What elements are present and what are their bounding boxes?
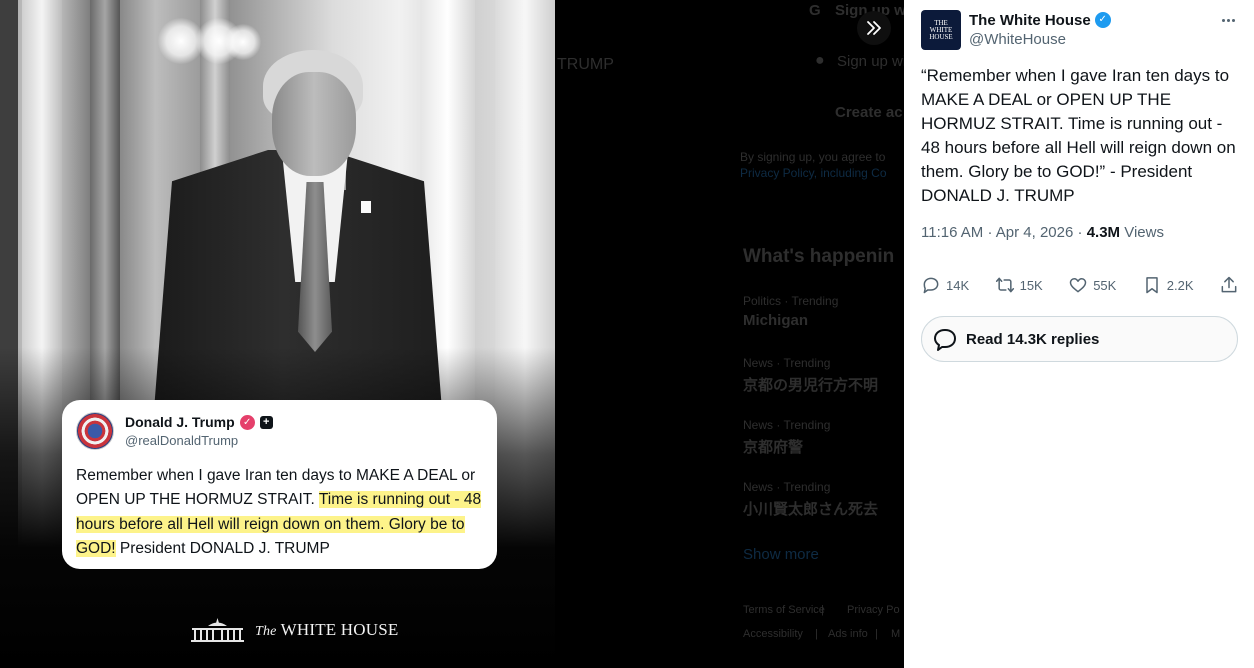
footer-link: Terms of Service	[743, 604, 825, 616]
media-image[interactable]: Donald J. Trump ✓ + @realDonaldTrump Rem…	[0, 0, 555, 668]
trend-context: News · Trending	[743, 480, 831, 494]
like-count: 55K	[1093, 277, 1117, 293]
embedded-post-text: Remember when I gave Iran ten days to MA…	[76, 467, 482, 557]
footer-link: Ads info	[828, 628, 868, 640]
action-bar: 14K 15K 55K 2.2K	[921, 272, 1239, 298]
verified-badge-icon: ✓	[239, 414, 255, 430]
share-icon	[1221, 276, 1237, 293]
trend-topic: 京都府警	[743, 439, 804, 456]
reply-button[interactable]: 14K	[921, 275, 969, 295]
footer-link: M	[891, 628, 901, 640]
read-replies-label: Read 14.3K replies	[966, 330, 1100, 348]
chevrons-right-icon	[867, 21, 881, 35]
trend-context: Politics · Trending	[743, 294, 839, 308]
repost-count: 15K	[1019, 277, 1043, 293]
trend-topic: 小川賢太郎さん死去	[743, 501, 879, 518]
whats-happening-heading: What's happenin	[743, 246, 895, 267]
share-button[interactable]	[1219, 275, 1239, 295]
privacy-text: Privacy Policy, including Co	[740, 166, 887, 180]
like-icon	[1069, 278, 1087, 293]
trend-context: News · Trending	[743, 418, 831, 432]
tweet-date[interactable]: Apr 4, 2026	[996, 224, 1074, 241]
show-more-link: Show more	[743, 546, 819, 563]
tweet-text: “Remember when I gave Iran ten days to M…	[921, 66, 1236, 205]
tweet-time[interactable]: 11:16 AM	[921, 224, 983, 241]
author-handle[interactable]: @WhiteHouse	[969, 30, 1111, 50]
trend-topic: Michigan	[743, 312, 809, 329]
views-count: 4.3M	[1086, 224, 1121, 241]
more-icon	[1221, 18, 1225, 22]
embedded-post-card: Donald J. Trump ✓ + @realDonaldTrump Rem…	[62, 400, 497, 569]
like-button[interactable]: 55K	[1068, 275, 1116, 295]
white-house-text: WHITE HOUSE	[280, 620, 399, 639]
dimmed-background-page: G Sign up wi TRUMP ● Sign up wi Create a…	[555, 0, 904, 668]
more-options-button[interactable]	[1218, 10, 1238, 30]
signup-apple-button: Sign up wi	[837, 53, 904, 70]
tweet-detail-pane: THE WHITE HOUSE The White House ✓ @White…	[904, 0, 1254, 668]
reply-icon	[923, 277, 939, 294]
repost-icon	[995, 277, 1014, 293]
avatar	[76, 412, 114, 450]
trend-context: News · Trending	[743, 356, 831, 370]
footer-link: Privacy Po	[847, 604, 900, 616]
bookmark-icon	[1146, 277, 1158, 294]
reply-count: 14K	[946, 277, 970, 293]
tweet-author[interactable]: THE WHITE HOUSE The White House ✓ @White…	[921, 10, 1111, 50]
google-icon: G	[809, 2, 821, 19]
verified-badge-icon: ✓	[1094, 12, 1111, 28]
header-fragment: TRUMP	[557, 56, 614, 73]
author-name[interactable]: The White House	[969, 12, 1091, 29]
avatar[interactable]: THE WHITE HOUSE	[921, 10, 961, 50]
bookmark-count: 2.2K	[1166, 277, 1194, 293]
white-house-building-icon	[191, 618, 244, 642]
bookmark-button[interactable]: 2.2K	[1142, 275, 1194, 295]
white-house-watermark: The WHITE HOUSE	[190, 617, 398, 643]
apple-icon: ●	[815, 52, 825, 69]
embedded-display-name: Donald J. Trump	[125, 414, 235, 430]
terms-text: By signing up, you agree to	[740, 150, 886, 164]
plus-icon: +	[259, 415, 273, 429]
speech-bubble-icon	[934, 329, 956, 351]
embedded-handle: @realDonaldTrump	[125, 433, 239, 448]
views-label: Views	[1124, 224, 1164, 241]
tweet-meta: 11:16 AM · Apr 4, 2026 · 4.3M Views	[921, 224, 1164, 241]
trend-topic: 京都の男児行方不明	[743, 377, 879, 394]
footer-link: Accessibility	[743, 628, 803, 640]
collapse-panel-button[interactable]	[857, 11, 891, 45]
read-replies-button[interactable]: Read 14.3K replies	[921, 316, 1238, 362]
create-account-button: Create ac	[835, 104, 903, 121]
repost-button[interactable]: 15K	[995, 275, 1043, 295]
